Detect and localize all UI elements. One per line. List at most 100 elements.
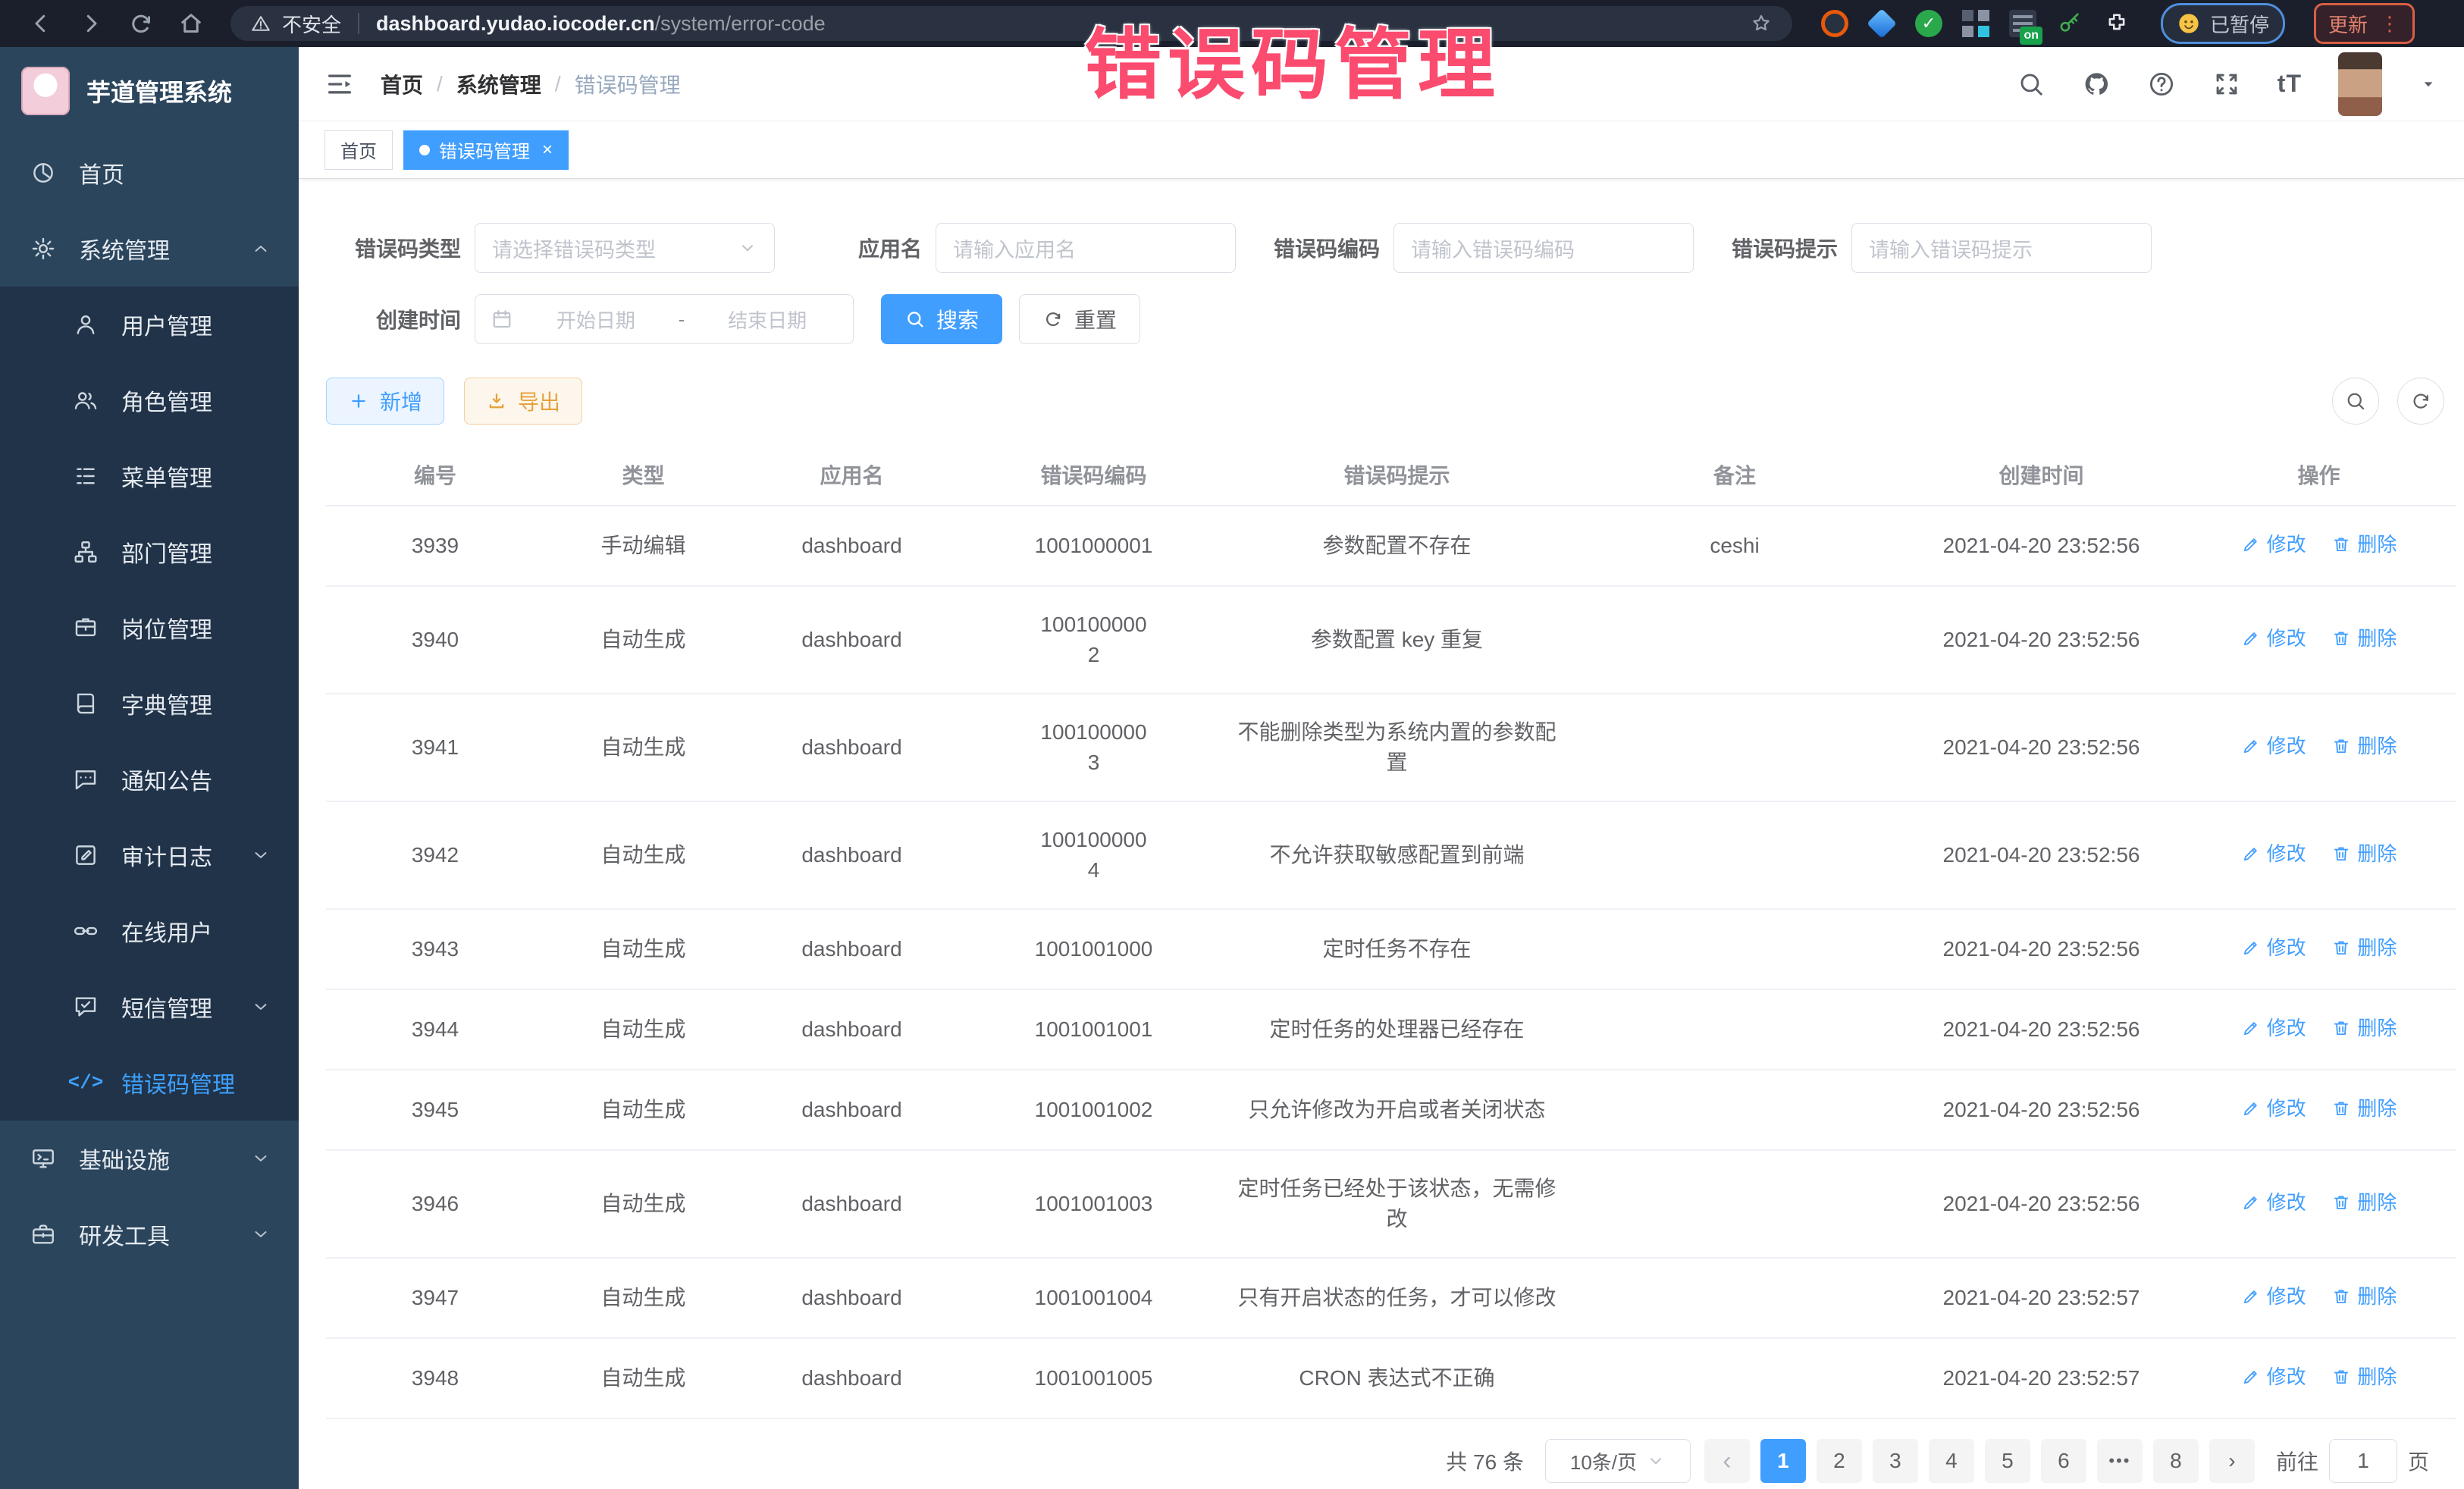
search-icon[interactable] — [2017, 70, 2045, 99]
edit-link[interactable]: 修改 — [2241, 623, 2306, 654]
page-button[interactable]: 8 — [2153, 1439, 2199, 1483]
sidebar-item-system-management[interactable]: 系统管理 — [0, 211, 299, 287]
edit-link[interactable]: 修改 — [2241, 1362, 2306, 1392]
sidebar-item-department-management[interactable]: 部门管理 — [0, 514, 299, 590]
font-size-icon[interactable]: tT — [2277, 70, 2302, 98]
edit-link[interactable]: 修改 — [2241, 1013, 2306, 1043]
edit-link[interactable]: 修改 — [2241, 839, 2306, 869]
date-range-picker[interactable]: 开始日期 - 结束日期 — [475, 294, 854, 344]
tab-active[interactable]: 错误码管理 × — [403, 130, 569, 170]
page-button[interactable]: 1 — [1760, 1439, 1806, 1483]
error-code-input[interactable]: 请输入错误码编码 — [1393, 223, 1694, 273]
refresh-table-button[interactable] — [2397, 378, 2444, 425]
next-page-button[interactable]: › — [2209, 1439, 2255, 1483]
breadcrumb-item[interactable]: 首页 — [381, 69, 423, 99]
more-pages-button[interactable]: ••• — [2097, 1439, 2143, 1483]
sidebar-item-dict-management[interactable]: 字典管理 — [0, 666, 299, 741]
help-icon[interactable] — [2147, 70, 2176, 99]
breadcrumb-separator: / — [555, 72, 561, 96]
export-button[interactable]: 导出 — [464, 378, 582, 425]
goto-page-input[interactable]: 1 — [2329, 1439, 2397, 1483]
sidebar-item-online-user[interactable]: 在线用户 — [0, 893, 299, 969]
edit-link[interactable]: 修改 — [2241, 1187, 2306, 1218]
extension-keyic-icon[interactable] — [2056, 10, 2083, 37]
security-warning-label[interactable]: 不安全 — [282, 10, 341, 38]
delete-link[interactable]: 删除 — [2331, 1281, 2397, 1312]
delete-link[interactable]: 删除 — [2331, 1362, 2397, 1392]
navbar-actions: tT — [2017, 52, 2438, 116]
browser-home-icon[interactable] — [177, 10, 205, 37]
error-hint-input[interactable]: 请输入错误码提示 — [1851, 223, 2152, 273]
page-size-select[interactable]: 10条/页 — [1545, 1439, 1691, 1483]
fullscreen-icon[interactable] — [2212, 70, 2241, 99]
extension-ring-icon[interactable] — [1821, 10, 1848, 37]
extension-gcirc-icon[interactable]: ✓ — [1915, 10, 1942, 37]
extension-gem-icon[interactable] — [1867, 8, 1897, 39]
end-date-placeholder[interactable]: 结束日期 — [697, 306, 838, 334]
hamburger-icon[interactable] — [324, 69, 355, 99]
pager: ‹123456•••8› — [1704, 1439, 2255, 1483]
start-date-placeholder[interactable]: 开始日期 — [525, 306, 666, 334]
edit-link[interactable]: 修改 — [2241, 933, 2306, 963]
search-button[interactable]: 搜索 — [881, 294, 1002, 344]
edit-link[interactable]: 修改 — [2241, 1281, 2306, 1312]
error-type-select[interactable]: 请选择错误码类型 — [475, 223, 775, 273]
trash-icon — [2331, 629, 2351, 648]
browser-reload-icon[interactable] — [127, 10, 155, 37]
delete-link[interactable]: 删除 — [2331, 1013, 2397, 1043]
extension-lines-icon[interactable]: on — [2009, 10, 2036, 37]
paused-extension-pill[interactable]: 已暂停 — [2161, 3, 2285, 44]
address-bar[interactable]: 不安全 dashboard.yudao.iocoder.cn/system/er… — [230, 6, 1792, 41]
delete-link[interactable]: 删除 — [2331, 623, 2397, 654]
sidebar-item-position-management[interactable]: 岗位管理 — [0, 590, 299, 666]
edit-icon — [2241, 844, 2261, 864]
sidebar-item-error-code-management[interactable]: </> 错误码管理 — [0, 1045, 299, 1121]
add-button[interactable]: 新增 — [326, 378, 444, 425]
sidebar-item-infrastructure[interactable]: 基础设施 — [0, 1121, 299, 1196]
user-avatar[interactable] — [2338, 52, 2382, 116]
error-code-label: 错误码编码 — [1274, 233, 1380, 263]
delete-link[interactable]: 删除 — [2331, 529, 2397, 560]
delete-link[interactable]: 删除 — [2331, 839, 2397, 869]
prev-page-button[interactable]: ‹ — [1704, 1439, 1750, 1483]
sidebar-item-menu-management[interactable]: 菜单管理 — [0, 438, 299, 514]
page-button[interactable]: 6 — [2041, 1439, 2086, 1483]
app-name-input[interactable]: 请输入应用名 — [936, 223, 1236, 273]
sidebar-item-notice-announcement[interactable]: 通知公告 — [0, 741, 299, 817]
delete-link[interactable]: 删除 — [2331, 731, 2397, 761]
edit-link[interactable]: 修改 — [2241, 1093, 2306, 1124]
page-button[interactable]: 2 — [1817, 1439, 1862, 1483]
trash-icon — [2331, 736, 2351, 756]
avatar-caret-down-icon[interactable] — [2419, 74, 2438, 94]
sidebar-item-audit-log[interactable]: 审计日志 — [0, 817, 299, 893]
edit-link[interactable]: 修改 — [2241, 529, 2306, 560]
browser-update-button[interactable]: 更新 ⋮ — [2314, 3, 2415, 44]
sidebar-item-dev-tools[interactable]: 研发工具 — [0, 1196, 299, 1272]
extension-grid-icon[interactable] — [1962, 10, 1989, 37]
search-icon — [2344, 390, 2367, 412]
delete-link[interactable]: 删除 — [2331, 1187, 2397, 1218]
kebab-menu-icon[interactable]: ⋮ — [2380, 12, 2400, 36]
show-search-button[interactable] — [2332, 378, 2379, 425]
breadcrumb-item[interactable]: 系统管理 — [456, 69, 541, 99]
reset-button[interactable]: 重置 — [1019, 294, 1140, 344]
delete-link[interactable]: 删除 — [2331, 1093, 2397, 1124]
error-code-table: 编号类型应用名错误码编码错误码提示备注创建时间操作 3939 手动编辑 dash… — [326, 444, 2456, 1419]
table-row: 3945 自动生成 dashboard 1001001002 只允许修改为开启或… — [326, 1070, 2456, 1150]
sidebar-item-user-management[interactable]: 用户管理 — [0, 287, 299, 362]
bookmark-star-icon[interactable] — [1750, 12, 1773, 35]
tab-item[interactable]: 首页 — [324, 130, 393, 170]
sidebar-item-role-management[interactable]: 角色管理 — [0, 362, 299, 438]
sidebar-item-sms-management[interactable]: 短信管理 — [0, 969, 299, 1045]
page-button[interactable]: 5 — [1985, 1439, 2030, 1483]
page-button[interactable]: 4 — [1929, 1439, 1974, 1483]
browser-back-icon[interactable] — [27, 10, 55, 37]
delete-link[interactable]: 删除 — [2331, 933, 2397, 963]
close-icon[interactable]: × — [542, 141, 553, 159]
page-button[interactable]: 3 — [1873, 1439, 1918, 1483]
extension-puzzle-icon[interactable] — [2103, 10, 2130, 37]
github-icon[interactable] — [2082, 70, 2111, 99]
browser-forward-icon[interactable] — [77, 10, 105, 37]
sidebar-item-home[interactable]: 首页 — [0, 135, 299, 211]
edit-link[interactable]: 修改 — [2241, 731, 2306, 761]
